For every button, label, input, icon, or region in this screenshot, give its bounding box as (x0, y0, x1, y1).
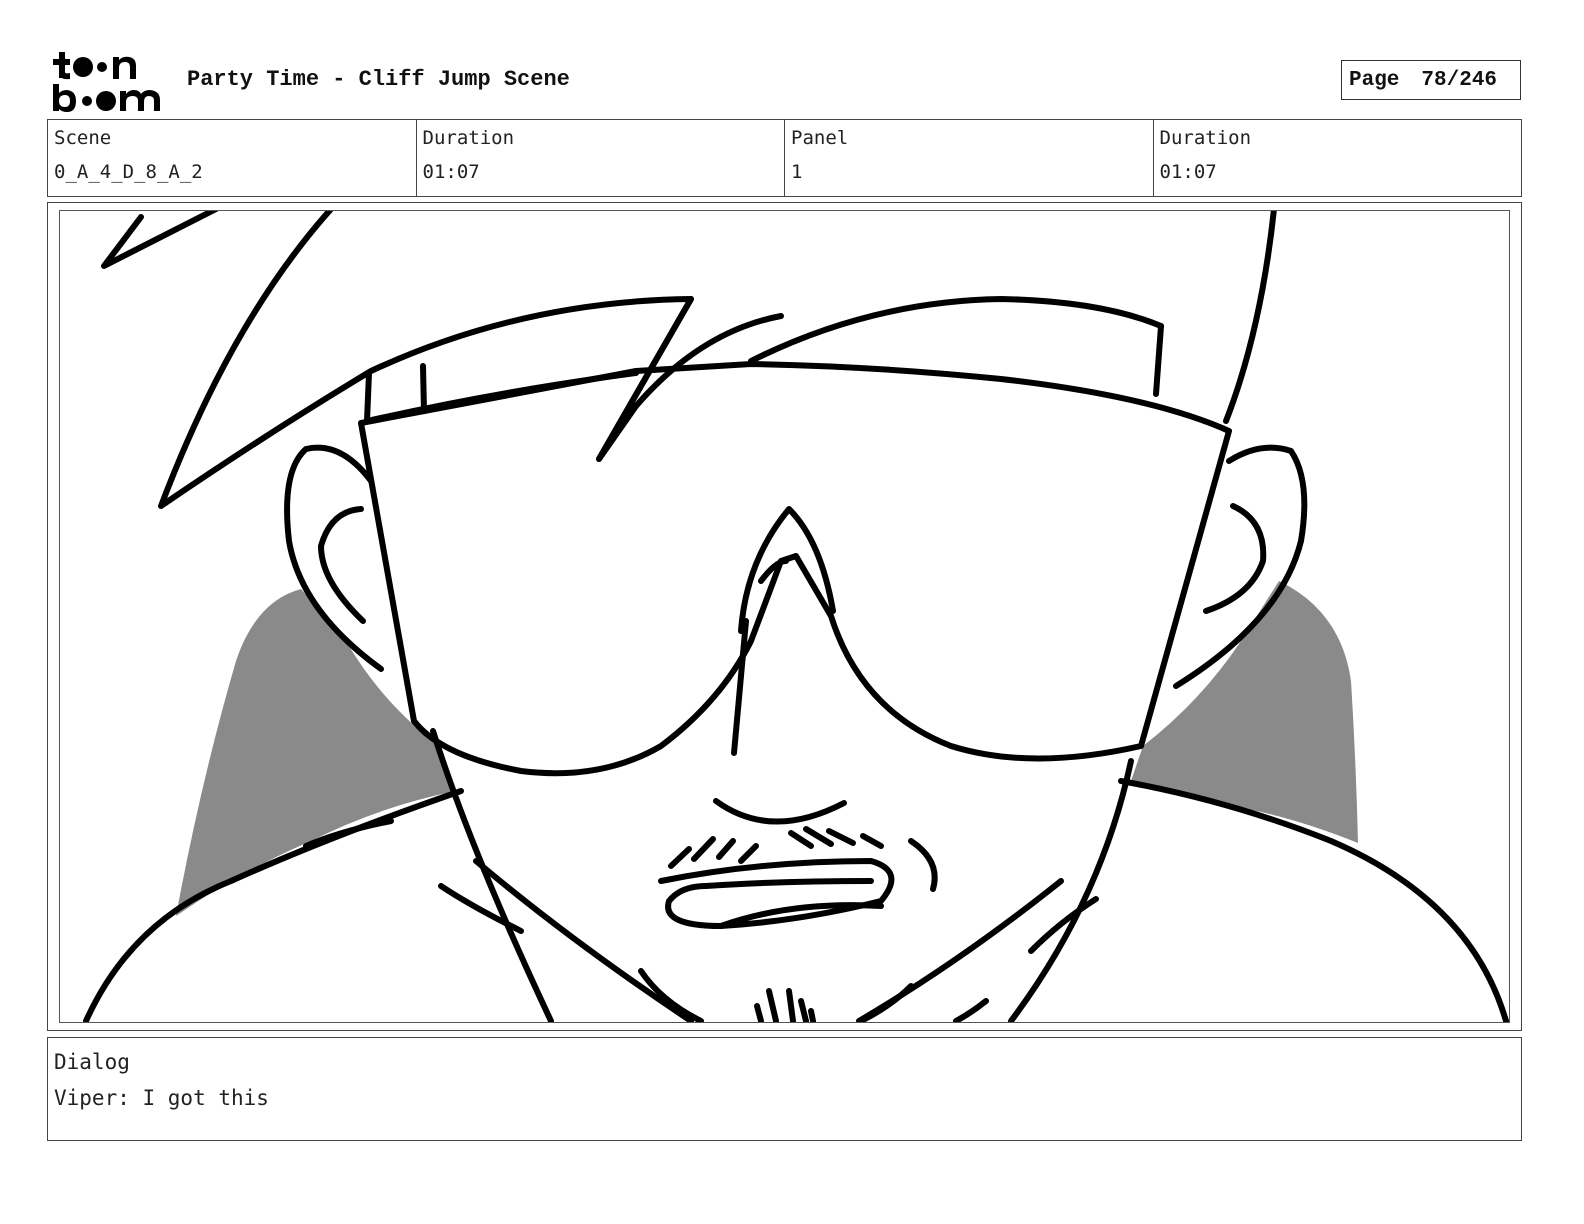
toon-boom-logo (50, 50, 166, 114)
scene-value: 0_A_4_D_8_A_2 (54, 161, 203, 183)
scene-label: Scene (54, 127, 112, 149)
scene-duration-cell: Duration 01:07 (417, 120, 785, 196)
panel-cell: Panel 1 (785, 120, 1154, 196)
dialog-label: Dialog (54, 1050, 130, 1074)
document-title: Party Time - Cliff Jump Scene (187, 67, 570, 92)
page-label: Page (1349, 68, 1400, 92)
storyboard-panel-image (59, 210, 1510, 1023)
panel-value: 1 (791, 161, 803, 183)
scene-cell: Scene 0_A_4_D_8_A_2 (48, 120, 417, 196)
dialog-box: Dialog Viper: I got this (47, 1037, 1522, 1141)
page-indicator: Page 78/246 (1341, 60, 1521, 100)
scene-info-table: Scene 0_A_4_D_8_A_2 Duration 01:07 Panel… (47, 119, 1522, 197)
dialog-text: Viper: I got this (54, 1086, 269, 1110)
character-sketch (83, 211, 1509, 1022)
panel-duration-label: Duration (1159, 127, 1252, 149)
scene-duration-label: Duration (422, 127, 515, 149)
scene-duration-value: 01:07 (422, 161, 480, 183)
panel-duration-value: 01:07 (1159, 161, 1217, 183)
panel-duration-cell: Duration 01:07 (1154, 120, 1522, 196)
panel-label: Panel (791, 127, 849, 149)
page-number: 78/246 (1421, 68, 1498, 92)
